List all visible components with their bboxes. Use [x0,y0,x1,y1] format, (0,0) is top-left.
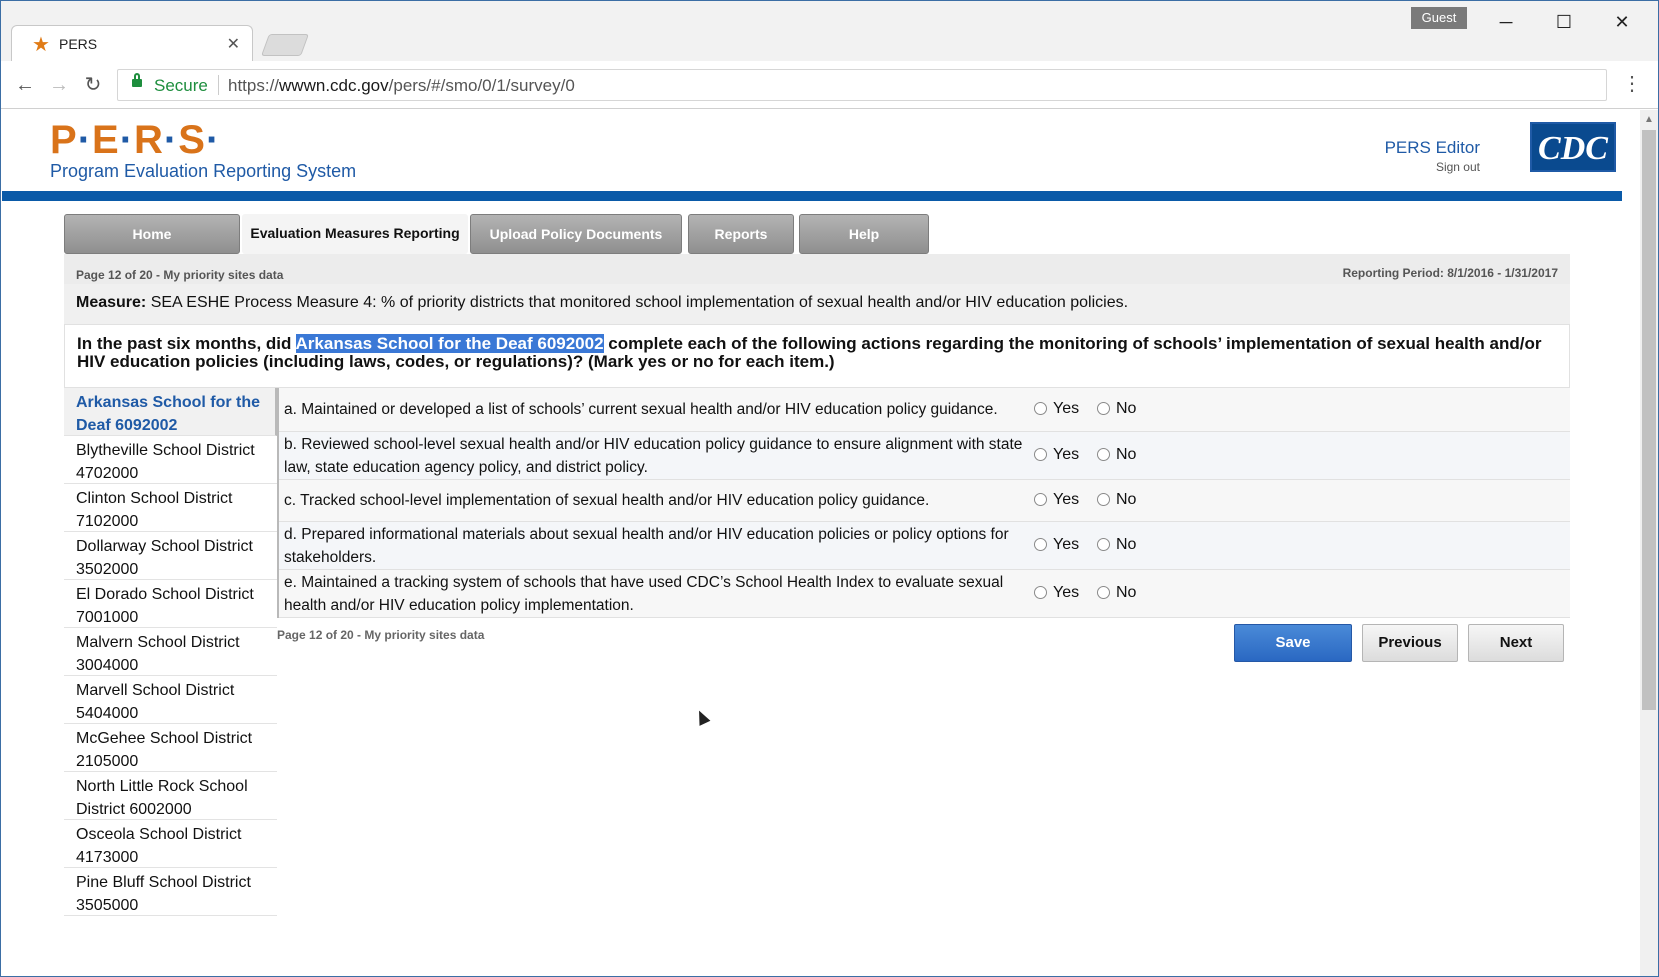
selected-text: Arkansas School for the Deaf 6092002 [295,334,604,353]
minimize-icon[interactable]: ─ [1491,9,1521,35]
yes-radio[interactable] [1034,402,1047,415]
item-text: c. Tracked school-level implementation o… [284,492,930,509]
reload-icon[interactable]: ↻ [79,71,107,99]
site-list-item[interactable]: North Little Rock School District 600200… [64,772,277,820]
forward-icon[interactable]: → [45,71,73,99]
url-text[interactable]: https://wwwn.cdc.gov/pers/#/smo/0/1/surv… [228,76,575,96]
site-list-item[interactable]: Arkansas School for the Deaf 6092002 [64,388,277,436]
no-radio[interactable] [1097,538,1110,551]
secure-label: Secure [154,76,208,95]
footer-page-info: Page 12 of 20 - My priority sites data [277,628,485,642]
site-list: Arkansas School for the Deaf 6092002 Bly… [64,388,277,916]
site-list-item[interactable]: Pine Bluff School District 3505000 [64,868,277,916]
menu-icon[interactable]: ⋮ [1622,71,1642,96]
browser-tab[interactable]: ★ PERS ✕ [11,25,253,61]
no-label: No [1116,536,1137,553]
no-label: No [1116,584,1137,601]
survey-item: a. Maintained or developed a list of sch… [279,388,1570,432]
address-bar[interactable]: Secure https://wwwn.cdc.gov/pers/#/smo/0… [117,69,1607,101]
header-bar [2,191,1622,201]
reporting-period: Reporting Period: 8/1/2016 - 1/31/2017 [1342,266,1558,280]
yes-radio[interactable] [1034,493,1047,506]
scrollbar-thumb[interactable] [1642,130,1656,710]
survey-item: e. Maintained a tracking system of schoo… [279,570,1570,618]
url-host: wwwn.cdc.gov [279,76,389,95]
window-close-icon[interactable]: ✕ [1607,9,1637,35]
vertical-scrollbar[interactable]: ▲ [1640,110,1658,976]
next-button[interactable]: Next [1468,624,1564,662]
scroll-up-icon[interactable]: ▲ [1644,114,1654,125]
item-text: e. Maintained a tracking system of schoo… [284,574,1004,614]
star-icon: ★ [32,34,50,56]
user-name: PERS Editor [1384,138,1480,157]
site-list-item[interactable]: McGehee School District 2105000 [64,724,277,772]
divider [218,75,219,95]
sign-out-link[interactable]: Sign out [1385,160,1480,174]
yes-radio[interactable] [1034,586,1047,599]
lock-icon [132,73,142,87]
new-tab-button[interactable] [260,34,310,56]
tab-help[interactable]: Help [799,214,929,254]
title-bar: ★ PERS ✕ Guest ─ ☐ ✕ [1,1,1658,61]
no-radio[interactable] [1097,586,1110,599]
site-list-item[interactable]: Dollarway School District 3502000 [64,532,277,580]
user-panel: PERS Editor Sign out [1385,138,1480,174]
item-text: b. Reviewed school-level sexual health a… [284,436,1023,476]
page-info: Page 12 of 20 - My priority sites data [76,268,284,282]
measure-text: SEA ESHE Process Measure 4: % of priorit… [146,294,1129,311]
no-label: No [1116,400,1137,417]
logo-subtitle: Program Evaluation Reporting System [50,161,357,181]
maximize-icon[interactable]: ☐ [1549,9,1579,35]
measure-label: Measure: [76,294,147,311]
yes-radio[interactable] [1034,448,1047,461]
pers-logo[interactable]: P·E·R·S· Program Evaluation Reporting Sy… [50,118,356,182]
yes-label: Yes [1053,536,1080,553]
survey-item: d. Prepared informational materials abou… [279,522,1570,570]
browser-toolbar: ← → ↻ Secure https://wwwn.cdc.gov/pers/#… [1,61,1658,109]
cdc-logo[interactable]: CDC [1530,122,1616,172]
logo-mark: P·E·R·S· [50,118,221,162]
item-text: a. Maintained or developed a list of sch… [284,401,998,418]
profile-badge[interactable]: Guest [1411,7,1467,29]
measure-description: Measure: SEA ESHE Process Measure 4: % o… [64,284,1570,326]
tab-home[interactable]: Home [64,214,240,254]
back-icon[interactable]: ← [11,71,39,99]
survey-item: c. Tracked school-level implementation o… [279,480,1570,522]
tab-close-icon[interactable]: ✕ [227,34,240,54]
site-list-item[interactable]: Clinton School District 7102000 [64,484,277,532]
tab-title: PERS [59,36,98,52]
previous-button[interactable]: Previous [1362,624,1458,662]
no-radio[interactable] [1097,402,1110,415]
yes-radio[interactable] [1034,538,1047,551]
site-list-item[interactable]: Malvern School District 3004000 [64,628,277,676]
no-radio[interactable] [1097,448,1110,461]
browser-window: ★ PERS ✕ Guest ─ ☐ ✕ ← → ↻ Secure https:… [0,0,1659,977]
save-button[interactable]: Save [1234,624,1352,662]
no-label: No [1116,491,1137,508]
tab-upload-policy-documents[interactable]: Upload Policy Documents [470,214,682,254]
yes-label: Yes [1053,491,1080,508]
site-list-item[interactable]: Marvell School District 5404000 [64,676,277,724]
web-page: P·E·R·S· Program Evaluation Reporting Sy… [2,110,1640,976]
tab-evaluation-measures-reporting[interactable]: Evaluation Measures Reporting [242,214,468,254]
no-radio[interactable] [1097,493,1110,506]
yes-label: Yes [1053,584,1080,601]
survey-item: b. Reviewed school-level sexual health a… [279,432,1570,480]
mouse-cursor-icon [693,708,711,726]
tab-reports[interactable]: Reports [688,214,794,254]
site-list-item[interactable]: Blytheville School District 4702000 [64,436,277,484]
no-label: No [1116,446,1137,463]
site-list-item[interactable]: Osceola School District 4173000 [64,820,277,868]
yes-label: Yes [1053,400,1080,417]
question-text: In the past six months, did Arkansas Sch… [64,324,1570,388]
yes-label: Yes [1053,446,1080,463]
item-text: d. Prepared informational materials abou… [284,526,1009,566]
url-scheme: https:// [228,76,280,95]
url-path: /pers/#/smo/0/1/survey/0 [388,76,575,95]
site-list-item[interactable]: El Dorado School District 7001000 [64,580,277,628]
survey-items: a. Maintained or developed a list of sch… [277,388,1570,618]
